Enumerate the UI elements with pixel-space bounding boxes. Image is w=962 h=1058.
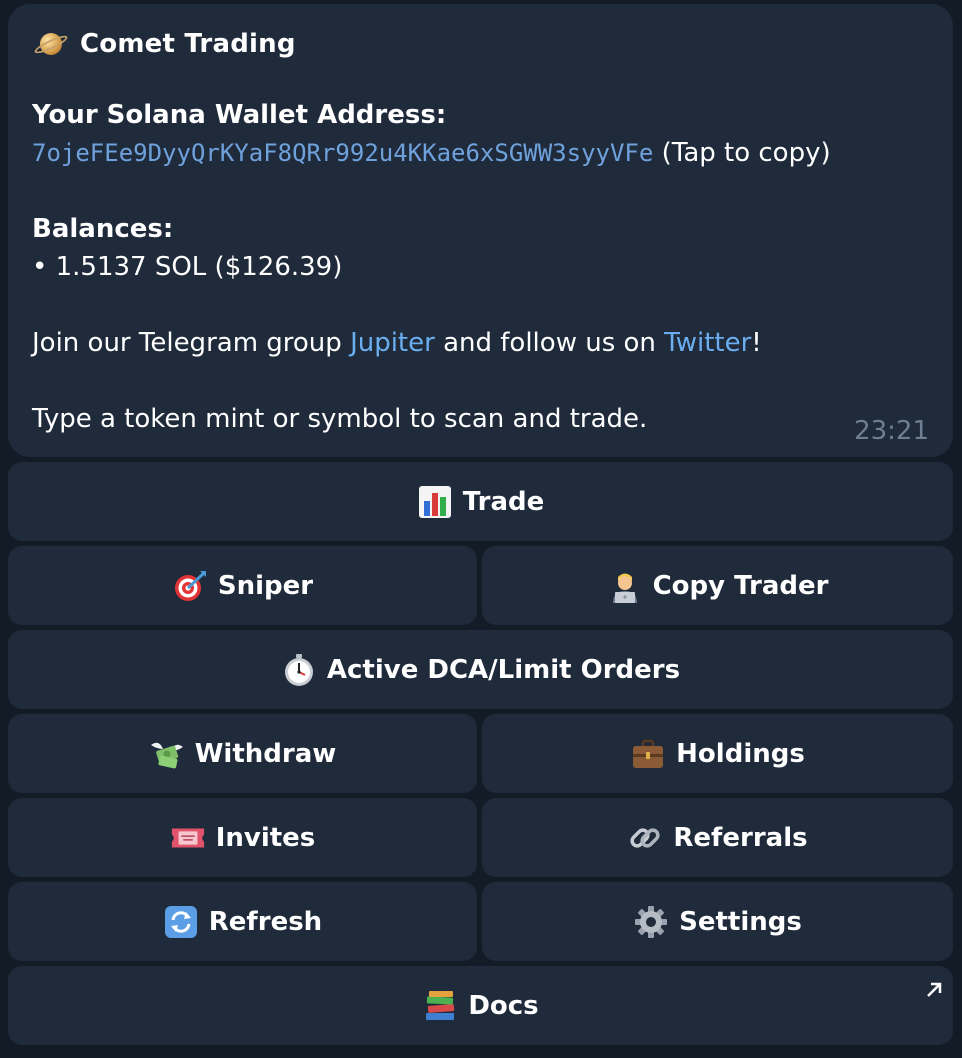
join-line: Join our Telegram group Jupiter and foll…	[32, 328, 762, 358]
gear-icon	[633, 904, 669, 940]
target-icon	[172, 568, 208, 604]
sniper-button[interactable]: Sniper	[8, 546, 477, 625]
copy-trader-button[interactable]: Copy Trader	[482, 546, 953, 625]
trade-button[interactable]: Trade	[8, 462, 953, 541]
balances-label: Balances:	[32, 214, 174, 244]
wallet-address-row: 7ojeFEe9DyyQrKYaF8QRr992u4KKae6xSGWW3syy…	[32, 138, 831, 168]
copy-trader-label: Copy Trader	[652, 570, 829, 601]
planet-icon	[32, 27, 70, 61]
twitter-link[interactable]: Twitter	[664, 328, 751, 358]
wallet-address[interactable]: 7ojeFEe9DyyQrKYaF8QRr992u4KKae6xSGWW3syy…	[32, 139, 653, 167]
copy-hint: (Tap to copy)	[661, 138, 831, 168]
bar-chart-icon	[417, 484, 453, 520]
withdraw-button[interactable]: Withdraw	[8, 714, 477, 793]
refresh-icon	[163, 904, 199, 940]
instruction-text: Type a token mint or symbol to scan and …	[32, 404, 648, 434]
jupiter-link[interactable]: Jupiter	[350, 328, 435, 358]
holdings-button[interactable]: Holdings	[482, 714, 953, 793]
technologist-icon	[607, 568, 643, 604]
link-icon	[627, 820, 663, 856]
balance-line: • 1.5137 SOL ($126.39)	[32, 252, 343, 282]
external-arrow-icon	[925, 976, 943, 997]
invites-button[interactable]: Invites	[8, 798, 477, 877]
wallet-label: Your Solana Wallet Address:	[32, 100, 447, 130]
message-timestamp: 23:21	[854, 416, 929, 446]
settings-label: Settings	[679, 906, 802, 937]
invites-label: Invites	[215, 822, 316, 853]
sniper-label: Sniper	[217, 570, 314, 601]
holdings-label: Holdings	[676, 738, 805, 769]
stopwatch-icon	[281, 652, 317, 688]
join-middle: and follow us on	[434, 328, 665, 358]
referrals-label: Referrals	[673, 822, 808, 853]
message-header: Comet Trading	[32, 24, 296, 64]
refresh-button[interactable]: Refresh	[8, 882, 477, 961]
withdraw-label: Withdraw	[194, 738, 337, 769]
briefcase-icon	[630, 736, 666, 772]
docs-button[interactable]: Docs	[8, 966, 953, 1045]
refresh-label: Refresh	[208, 906, 323, 937]
message-title: Comet Trading	[80, 29, 296, 59]
active-orders-label: Active DCA/Limit Orders	[326, 654, 681, 685]
books-icon	[422, 988, 458, 1024]
settings-button[interactable]: Settings	[482, 882, 953, 961]
join-suffix: !	[751, 328, 762, 358]
active-orders-button[interactable]: Active DCA/Limit Orders	[8, 630, 953, 709]
money-wings-icon	[149, 736, 185, 772]
referrals-button[interactable]: Referrals	[482, 798, 953, 877]
trade-label: Trade	[462, 486, 545, 517]
bot-message: Comet Trading Your Solana Wallet Address…	[8, 4, 953, 457]
join-prefix: Join our Telegram group	[32, 328, 351, 358]
ticket-icon	[170, 820, 206, 856]
docs-label: Docs	[468, 990, 539, 1021]
